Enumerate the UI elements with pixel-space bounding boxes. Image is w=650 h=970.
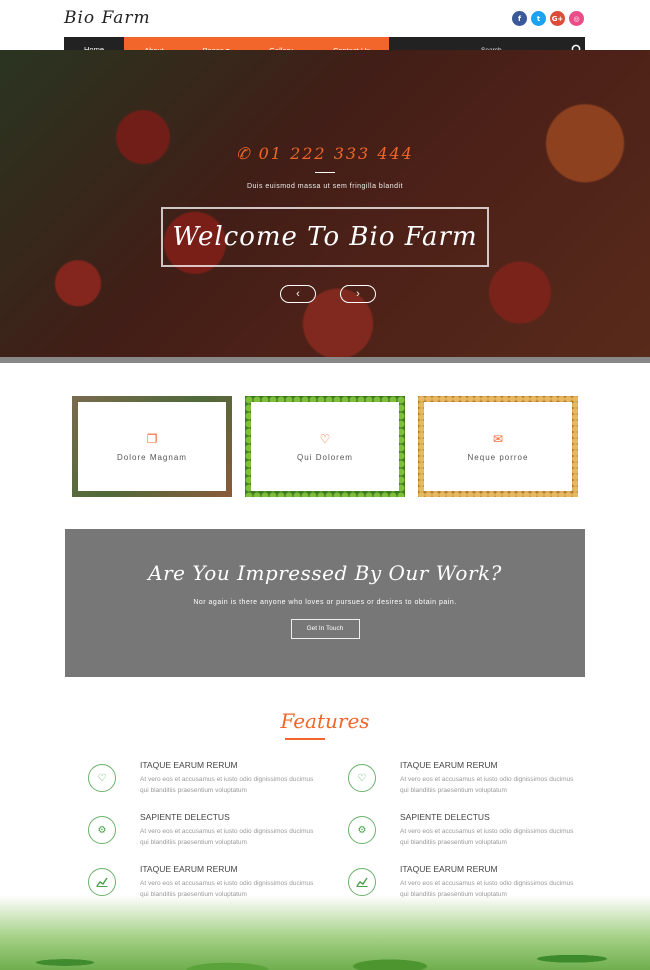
line-chart-icon <box>348 868 376 896</box>
service-box[interactable]: ♡ Qui Dolorem <box>245 396 405 497</box>
slider-prev-button[interactable]: ‹ <box>280 285 316 303</box>
feature-text: At vero eos et accusamus et iusto odio d… <box>140 776 314 795</box>
service-label: Qui Dolorem <box>297 452 353 462</box>
site-logo[interactable]: Bio Farm <box>64 8 151 28</box>
feature-text: At vero eos et accusamus et iusto odio d… <box>400 828 574 847</box>
service-label: Neque porroe <box>467 452 529 462</box>
line-chart-icon <box>88 868 116 896</box>
hero-title: Welcome To Bio Farm <box>172 222 478 252</box>
dribbble-icon[interactable]: ◎ <box>569 11 584 26</box>
slider-next-button[interactable]: › <box>340 285 376 303</box>
facebook-icon[interactable]: f <box>512 11 527 26</box>
twitter-icon[interactable]: t <box>531 11 546 26</box>
callout-text: Nor again is there anyone who loves or p… <box>193 599 457 606</box>
hero-title-box: Welcome To Bio Farm <box>161 207 489 267</box>
hero-divider <box>315 172 335 173</box>
callout-title: Are You Impressed By Our Work? <box>148 561 502 585</box>
feature-heading: ITAQUE EARUM RERUM <box>400 760 498 770</box>
feature-text: At vero eos et accusamus et iusto odio d… <box>140 828 314 847</box>
get-in-touch-button[interactable]: Get In Touch <box>290 619 360 639</box>
service-label: Dolore Magnam <box>117 452 187 462</box>
phone-icon: ✆ <box>236 144 259 163</box>
service-box[interactable]: ✉ Neque porroe <box>418 396 578 497</box>
copy-icon: ❐ <box>146 431 158 446</box>
phone-number: 01 222 333 444 <box>258 144 414 163</box>
features-underline <box>285 738 325 740</box>
feature-heading: SAPIENTE DELECTUS <box>400 812 490 822</box>
service-card: ❐ Dolore Magnam <box>78 402 226 491</box>
service-card: ✉ Neque porroe <box>424 402 572 491</box>
envelope-icon: ✉ <box>492 431 504 446</box>
hero-subtitle: Duis euismod massa ut sem fringilla blan… <box>246 183 404 190</box>
callout-banner: Are You Impressed By Our Work? Nor again… <box>65 529 585 677</box>
service-card: ♡ Qui Dolorem <box>251 402 399 491</box>
feature-text: At vero eos et accusamus et iusto odio d… <box>400 776 574 795</box>
feature-heading: ITAQUE EARUM RERUM <box>140 864 238 874</box>
google-plus-icon[interactable]: G+ <box>550 11 565 26</box>
line-chart-svg <box>356 877 368 887</box>
hero-slider: ✆ 01 222 333 444 Duis euismod massa ut s… <box>0 50 650 361</box>
heart-icon: ♡ <box>348 764 376 792</box>
social-links: f t G+ ◎ <box>512 11 584 26</box>
features-title: Features <box>280 709 370 733</box>
heart-icon: ♡ <box>319 431 331 446</box>
service-box[interactable]: ❐ Dolore Magnam <box>72 396 232 497</box>
gears-icon: ⚙ <box>348 816 376 844</box>
gears-icon: ⚙ <box>88 816 116 844</box>
feature-heading: ITAQUE EARUM RERUM <box>400 864 498 874</box>
hero-phone: ✆ 01 222 333 444 <box>0 144 650 163</box>
heart-icon: ♡ <box>88 764 116 792</box>
hero-overlay <box>0 50 650 361</box>
footer-greenery-image <box>0 895 650 970</box>
line-chart-svg <box>96 877 108 887</box>
feature-heading: SAPIENTE DELECTUS <box>140 812 230 822</box>
feature-heading: ITAQUE EARUM RERUM <box>140 760 238 770</box>
hero-bottom-bar <box>0 357 650 363</box>
